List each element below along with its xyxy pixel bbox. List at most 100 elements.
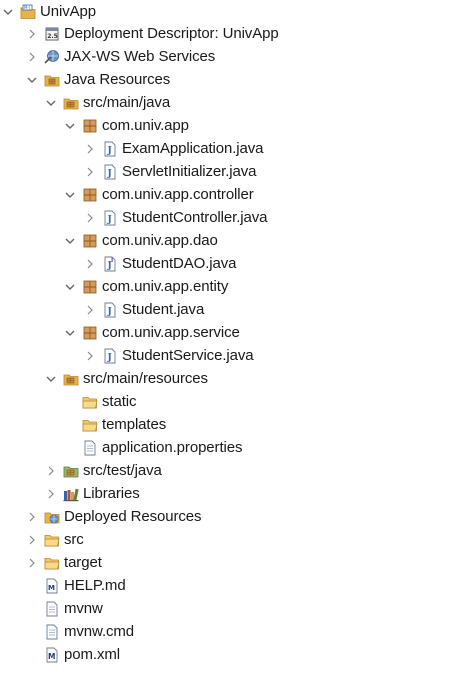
chevron-right-icon[interactable] [43,486,59,502]
folder-icon [82,417,98,433]
tree-item-pom-xml[interactable]: M pom.xml [24,643,120,666]
java-file-icon: J [102,141,118,157]
tree-item-src-main-java[interactable]: src/main/java [43,91,170,114]
svg-text:M: M [48,652,55,661]
java-file-icon: J [102,210,118,226]
tree-item-package-app[interactable]: com.univ.app [62,114,189,137]
tree-item-mvnw-cmd[interactable]: mvnw.cmd [24,620,134,643]
svg-text:M-J: M-J [24,5,30,10]
svg-text:J: J [107,307,112,317]
tree-item-deployment-descriptor[interactable]: 2.5 Deployment Descriptor: UnivApp [24,22,279,45]
package-icon [82,325,98,341]
java-file-icon: J [102,302,118,318]
chevron-down-icon[interactable] [62,233,78,249]
chevron-down-icon[interactable] [62,325,78,341]
tree-item-package-entity[interactable]: com.univ.app.entity [62,275,228,298]
chevron-right-icon[interactable] [24,49,40,65]
tree-item-label: com.univ.app.service [102,323,240,341]
package-icon [82,187,98,203]
maven-pom-icon: M [44,647,60,663]
test-source-folder-icon [63,463,79,479]
chevron-right-icon[interactable] [82,256,98,272]
chevron-right-icon[interactable] [24,532,40,548]
tree-item-label: Libraries [83,484,140,502]
svg-text:I: I [111,257,113,264]
tree-item-deployed-resources[interactable]: Deployed Resources [24,505,202,528]
properties-file-icon [82,440,98,456]
web-project-icon: M-J [20,4,36,20]
web-services-icon [44,49,60,65]
source-folder-icon [63,95,79,111]
svg-text:M: M [48,584,55,592]
chevron-right-icon[interactable] [82,164,98,180]
java-file-icon: J [102,348,118,364]
tree-item-label: Java Resources [64,70,171,88]
tree-item-student-service[interactable]: J StudentService.java [82,344,254,367]
tree-item-label: StudentDAO.java [122,254,237,272]
chevron-right-icon[interactable] [82,210,98,226]
tree-item-label: com.univ.app.entity [102,277,229,295]
svg-text:J: J [107,146,112,156]
folder-icon [44,532,60,548]
tree-item-java-resources[interactable]: Java Resources [24,68,170,91]
chevron-down-icon[interactable] [43,371,59,387]
tree-item-static[interactable]: static [62,390,137,413]
tree-item-label: com.univ.app.controller [102,185,254,203]
tree-item-exam-application[interactable]: J ExamApplication.java [82,137,264,160]
chevron-down-icon[interactable] [62,118,78,134]
chevron-right-icon[interactable] [82,302,98,318]
tree-item-src-main-resources[interactable]: src/main/resources [43,367,208,390]
chevron-right-icon[interactable] [24,509,40,525]
text-file-icon [44,601,60,617]
chevron-down-icon[interactable] [24,72,40,88]
tree-item-src[interactable]: src [24,528,84,551]
deployed-resources-icon [44,509,60,525]
chevron-right-icon[interactable] [24,26,40,42]
java-interface-file-icon: J I [102,256,118,272]
tree-item-servlet-initializer[interactable]: J ServletInitializer.java [82,160,257,183]
java-resources-icon [44,72,60,88]
chevron-right-icon[interactable] [82,141,98,157]
chevron-down-icon[interactable] [62,279,78,295]
chevron-right-icon[interactable] [24,555,40,571]
tree-item-label: ExamApplication.java [122,139,264,157]
markdown-file-icon: M [44,578,60,594]
tree-item-label: com.univ.app [102,116,189,134]
tree-item-student-dao[interactable]: J I StudentDAO.java [82,252,237,275]
libraries-icon [63,486,79,502]
folder-icon [44,555,60,571]
chevron-right-icon[interactable] [43,463,59,479]
text-file-icon [44,624,60,640]
source-folder-icon [63,371,79,387]
tree-item-libraries[interactable]: Libraries [43,482,140,505]
tree-item-package-dao[interactable]: com.univ.app.dao [62,229,218,252]
package-icon [82,118,98,134]
tree-item-label: templates [102,415,167,433]
tree-item-label: src/main/java [83,93,171,111]
chevron-down-icon[interactable] [43,95,59,111]
svg-text:J: J [107,353,112,363]
chevron-down-icon[interactable] [62,187,78,203]
tree-item-student[interactable]: J Student.java [82,298,204,321]
chevron-right-icon[interactable] [82,348,98,364]
tree-item-application-properties[interactable]: application.properties [62,436,242,459]
tree-item-label: StudentController.java [122,208,268,226]
tree-item-label: JAX-WS Web Services [64,47,216,65]
tree-item-univapp[interactable]: M-J UnivApp [0,0,96,23]
tree-item-package-service[interactable]: com.univ.app.service [62,321,240,344]
svg-text:J: J [107,169,112,179]
tree-item-student-controller[interactable]: J StudentController.java [82,206,267,229]
package-icon [82,279,98,295]
package-icon [82,233,98,249]
tree-item-templates[interactable]: templates [62,413,166,436]
java-file-icon: J [102,164,118,180]
chevron-down-icon[interactable] [0,4,16,20]
tree-item-target[interactable]: target [24,551,102,574]
tree-item-help-md[interactable]: M HELP.md [24,574,126,597]
tree-item-package-controller[interactable]: com.univ.app.controller [62,183,254,206]
tree-item-label: Deployed Resources [64,507,202,525]
tree-item-label: mvnw.cmd [64,622,135,640]
tree-item-src-test-java[interactable]: src/test/java [43,459,162,482]
tree-item-mvnw[interactable]: mvnw [24,597,103,620]
tree-item-jaxws[interactable]: JAX-WS Web Services [24,45,215,68]
